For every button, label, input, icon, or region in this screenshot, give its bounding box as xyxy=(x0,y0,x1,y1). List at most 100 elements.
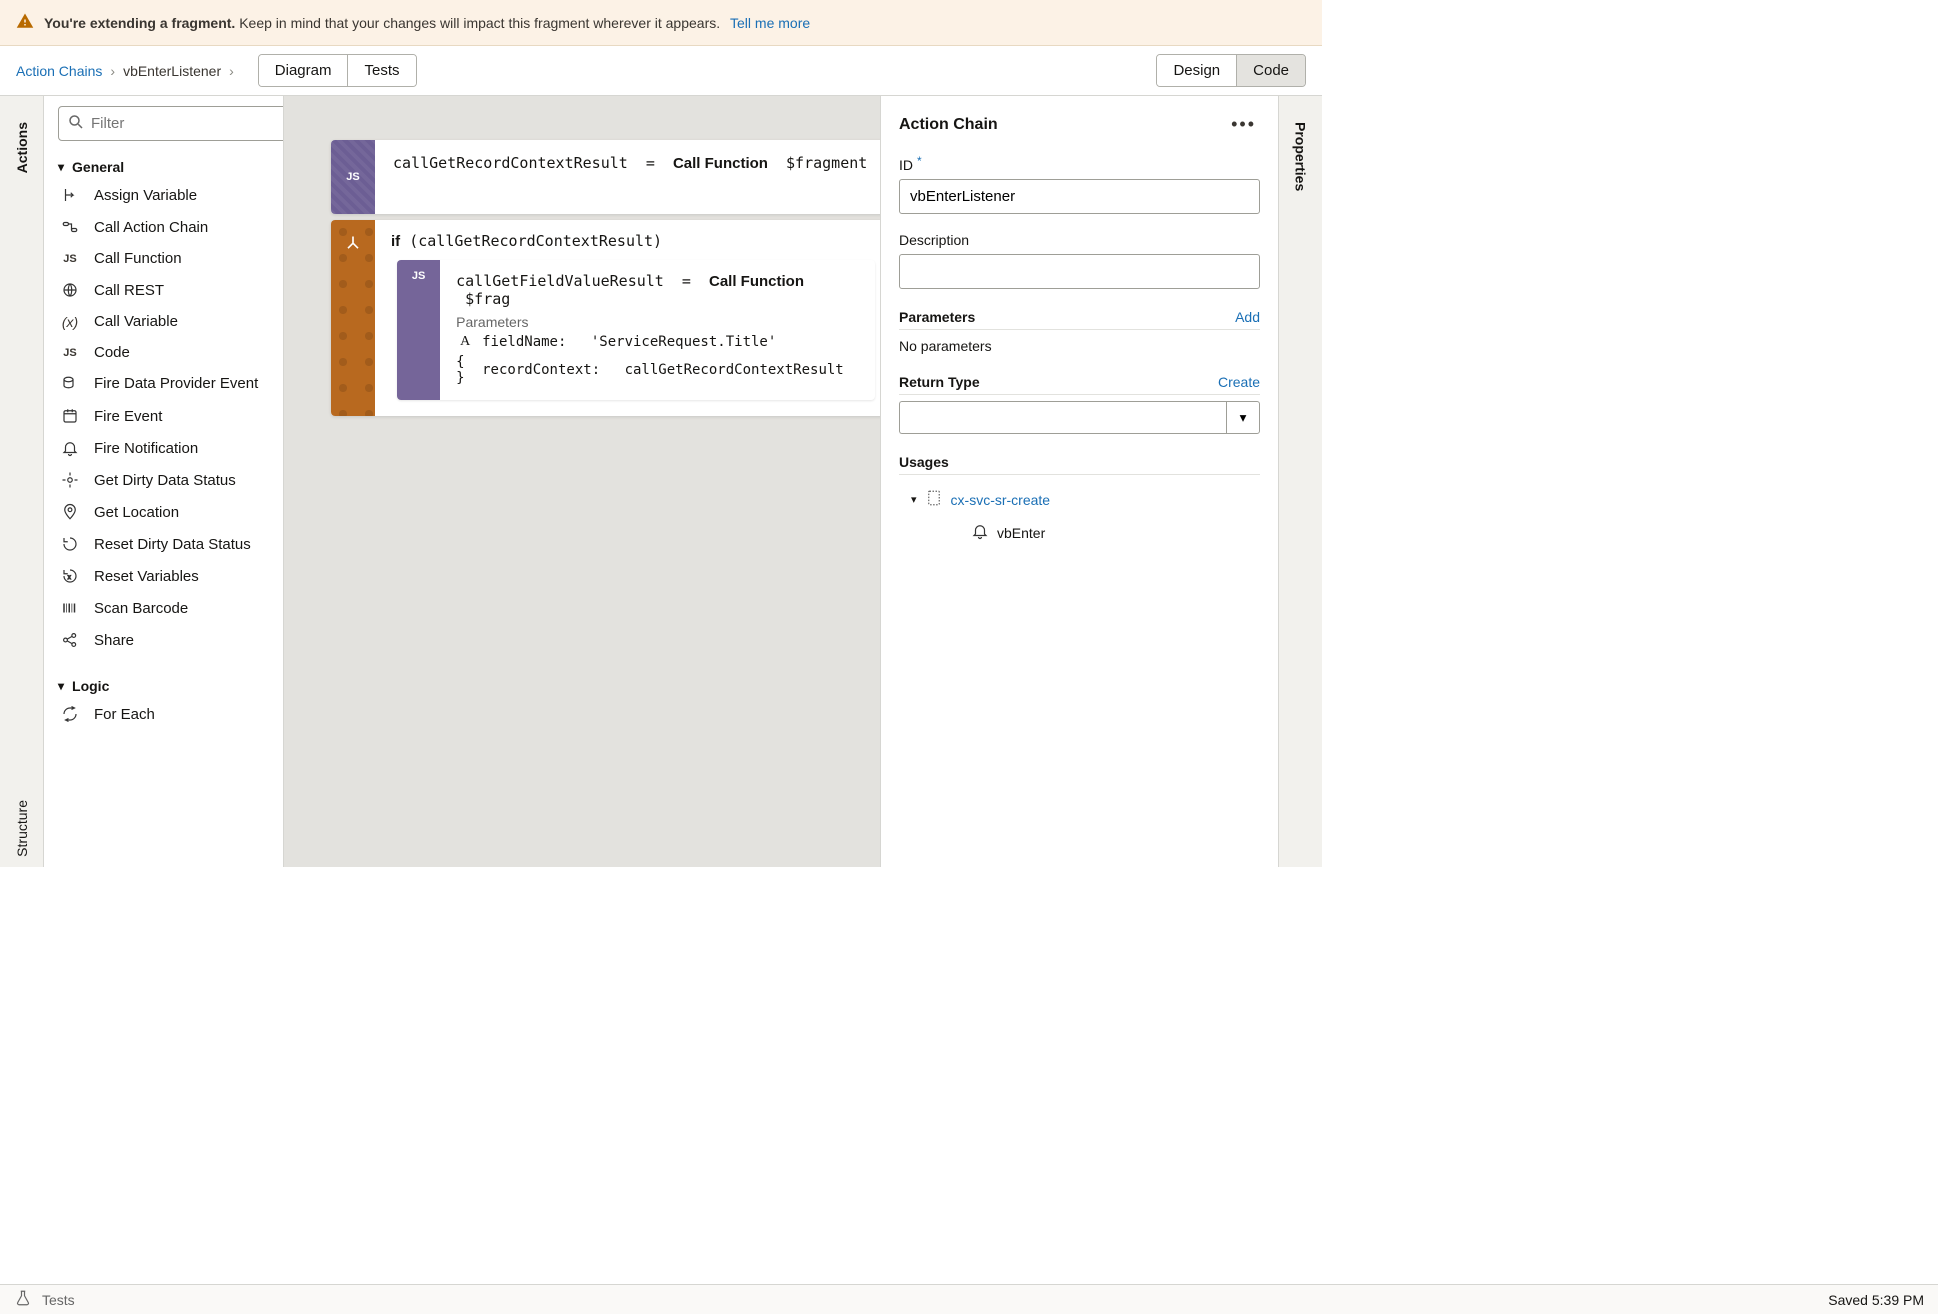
search-icon xyxy=(67,113,85,134)
view-mode-tabs: Diagram Tests xyxy=(258,54,417,87)
breadcrumb-root[interactable]: Action Chains xyxy=(16,63,102,79)
return-type-select[interactable]: ▾ xyxy=(899,401,1260,434)
tab-tests[interactable]: Tests xyxy=(347,55,415,86)
action-fire-notification[interactable]: Fire Notification xyxy=(44,432,283,464)
design-code-tabs: Design Code xyxy=(1156,54,1306,87)
canvas-block-call-function-1[interactable]: JS callGetRecordContextResult = Call Fun… xyxy=(331,140,880,214)
left-rail: Actions Structure xyxy=(0,96,44,867)
barcode-icon xyxy=(58,599,82,617)
id-field[interactable] xyxy=(899,179,1260,214)
chain-icon xyxy=(58,218,82,236)
rail-tab-structure[interactable]: Structure xyxy=(10,790,34,867)
action-scan-barcode[interactable]: Scan Barcode xyxy=(44,592,283,624)
footer-tests-label[interactable]: Tests xyxy=(42,1292,75,1308)
share-icon xyxy=(58,631,82,649)
warning-icon xyxy=(16,12,34,33)
properties-title: Action Chain xyxy=(899,116,998,134)
filter-input-wrapper xyxy=(58,106,284,141)
flask-icon xyxy=(14,1289,32,1310)
banner-text: You're extending a fragment. Keep in min… xyxy=(44,15,810,31)
if-block-icon xyxy=(331,220,375,416)
breadcrumb-current: vbEnterListener xyxy=(123,63,221,79)
action-fire-event[interactable]: Fire Event xyxy=(44,400,283,432)
status-bar: Tests Saved 5:39 PM xyxy=(0,1284,1938,1314)
bell-icon xyxy=(971,522,989,543)
fragment-extend-banner: You're extending a fragment. Keep in min… xyxy=(0,0,1322,46)
action-label: Scan Barcode xyxy=(94,600,188,617)
assign-variable-icon xyxy=(58,186,82,204)
properties-more-menu[interactable]: ••• xyxy=(1227,110,1260,139)
action-label: Share xyxy=(94,632,134,649)
action-get-dirty-data-status[interactable]: Get Dirty Data Status xyxy=(44,464,283,496)
variable-icon: (x) xyxy=(58,314,82,330)
usage-item[interactable]: ▾ cx-svc-sr-create xyxy=(899,489,1260,510)
main-area: Actions Structure ••• ▾ General Assign V… xyxy=(0,96,1322,867)
action-call-action-chain[interactable]: Call Action Chain xyxy=(44,211,283,243)
banner-learn-more-link[interactable]: Tell me more xyxy=(730,15,810,31)
tab-design[interactable]: Design xyxy=(1157,55,1236,86)
object-type-icon: { } xyxy=(456,354,474,386)
page-icon xyxy=(925,489,943,510)
description-label: Description xyxy=(899,232,1260,248)
action-reset-dirty-data-status[interactable]: Reset Dirty Data Status xyxy=(44,528,283,560)
action-assign-variable[interactable]: Assign Variable xyxy=(44,179,283,211)
rail-tab-properties[interactable]: Properties xyxy=(1289,112,1313,201)
description-field[interactable] xyxy=(899,254,1260,289)
chevron-right-icon: › xyxy=(110,63,115,79)
actions-panel: ••• ▾ General Assign Variable Call Actio… xyxy=(44,96,284,867)
chevron-down-icon: ▾ xyxy=(911,493,917,506)
action-label: Fire Event xyxy=(94,408,162,425)
action-label: Call Action Chain xyxy=(94,219,208,236)
rest-icon xyxy=(58,281,82,299)
canvas-block-if[interactable]: if (callGetRecordContextResult) JS callG… xyxy=(331,220,880,416)
add-parameter-button[interactable]: Add xyxy=(1235,309,1260,325)
action-for-each[interactable]: For Each xyxy=(44,698,283,730)
filter-row: ••• xyxy=(44,96,283,151)
usages-label: Usages xyxy=(899,454,949,470)
action-call-rest[interactable]: Call REST xyxy=(44,274,283,306)
canvas-block-call-function-2[interactable]: JS callGetFieldValueResult = Call Functi… xyxy=(397,260,875,400)
properties-panel: Action Chain ••• ID* Description Paramet… xyxy=(880,96,1278,867)
return-type-dropdown-button[interactable]: ▾ xyxy=(1226,401,1260,434)
action-label: Fire Notification xyxy=(94,440,198,457)
reset-dirty-icon xyxy=(58,535,82,553)
action-fire-data-provider-event[interactable]: Fire Data Provider Event xyxy=(44,368,283,400)
diagram-canvas[interactable]: JS callGetRecordContextResult = Call Fun… xyxy=(284,96,880,867)
action-reset-variables[interactable]: x Reset Variables xyxy=(44,560,283,592)
action-call-variable[interactable]: (x) Call Variable xyxy=(44,306,283,337)
action-label: Reset Variables xyxy=(94,568,199,585)
tab-code[interactable]: Code xyxy=(1236,55,1305,86)
usage-link[interactable]: cx-svc-sr-create xyxy=(951,492,1051,508)
parameters-label: Parameters xyxy=(899,309,975,325)
chevron-down-icon: ▾ xyxy=(58,160,64,174)
block-content: callGetFieldValueResult = Call Function … xyxy=(440,260,875,400)
action-label: Assign Variable xyxy=(94,187,197,204)
usage-sub-label: vbEnter xyxy=(997,525,1045,541)
rail-tab-actions[interactable]: Actions xyxy=(10,112,34,183)
loop-icon xyxy=(58,705,82,723)
database-event-icon xyxy=(58,375,82,393)
no-parameters-text: No parameters xyxy=(899,338,1260,354)
bell-icon xyxy=(58,439,82,457)
action-label: For Each xyxy=(94,706,155,723)
action-get-location[interactable]: Get Location xyxy=(44,496,283,528)
action-code[interactable]: JS Code xyxy=(44,337,283,368)
chevron-right-icon: › xyxy=(229,63,234,79)
calendar-event-icon xyxy=(58,407,82,425)
action-label: Code xyxy=(94,344,130,361)
category-general[interactable]: ▾ General xyxy=(44,151,283,179)
action-share[interactable]: Share xyxy=(44,624,283,656)
category-logic[interactable]: ▾ Logic xyxy=(44,670,283,698)
create-return-type-button[interactable]: Create xyxy=(1218,374,1260,390)
if-block-content: if (callGetRecordContextResult) JS callG… xyxy=(375,220,880,416)
usage-sub-item[interactable]: vbEnter xyxy=(899,522,1260,543)
chevron-down-icon: ▾ xyxy=(58,679,64,693)
breadcrumb: Action Chains › vbEnterListener › xyxy=(16,63,234,79)
block-type-icon: JS xyxy=(397,260,440,400)
action-label: Call Function xyxy=(94,250,182,267)
tab-diagram[interactable]: Diagram xyxy=(259,55,348,86)
action-label: Fire Data Provider Event xyxy=(94,375,258,393)
action-call-function[interactable]: JS Call Function xyxy=(44,243,283,274)
filter-input[interactable] xyxy=(91,115,284,132)
return-type-input[interactable] xyxy=(899,401,1226,434)
